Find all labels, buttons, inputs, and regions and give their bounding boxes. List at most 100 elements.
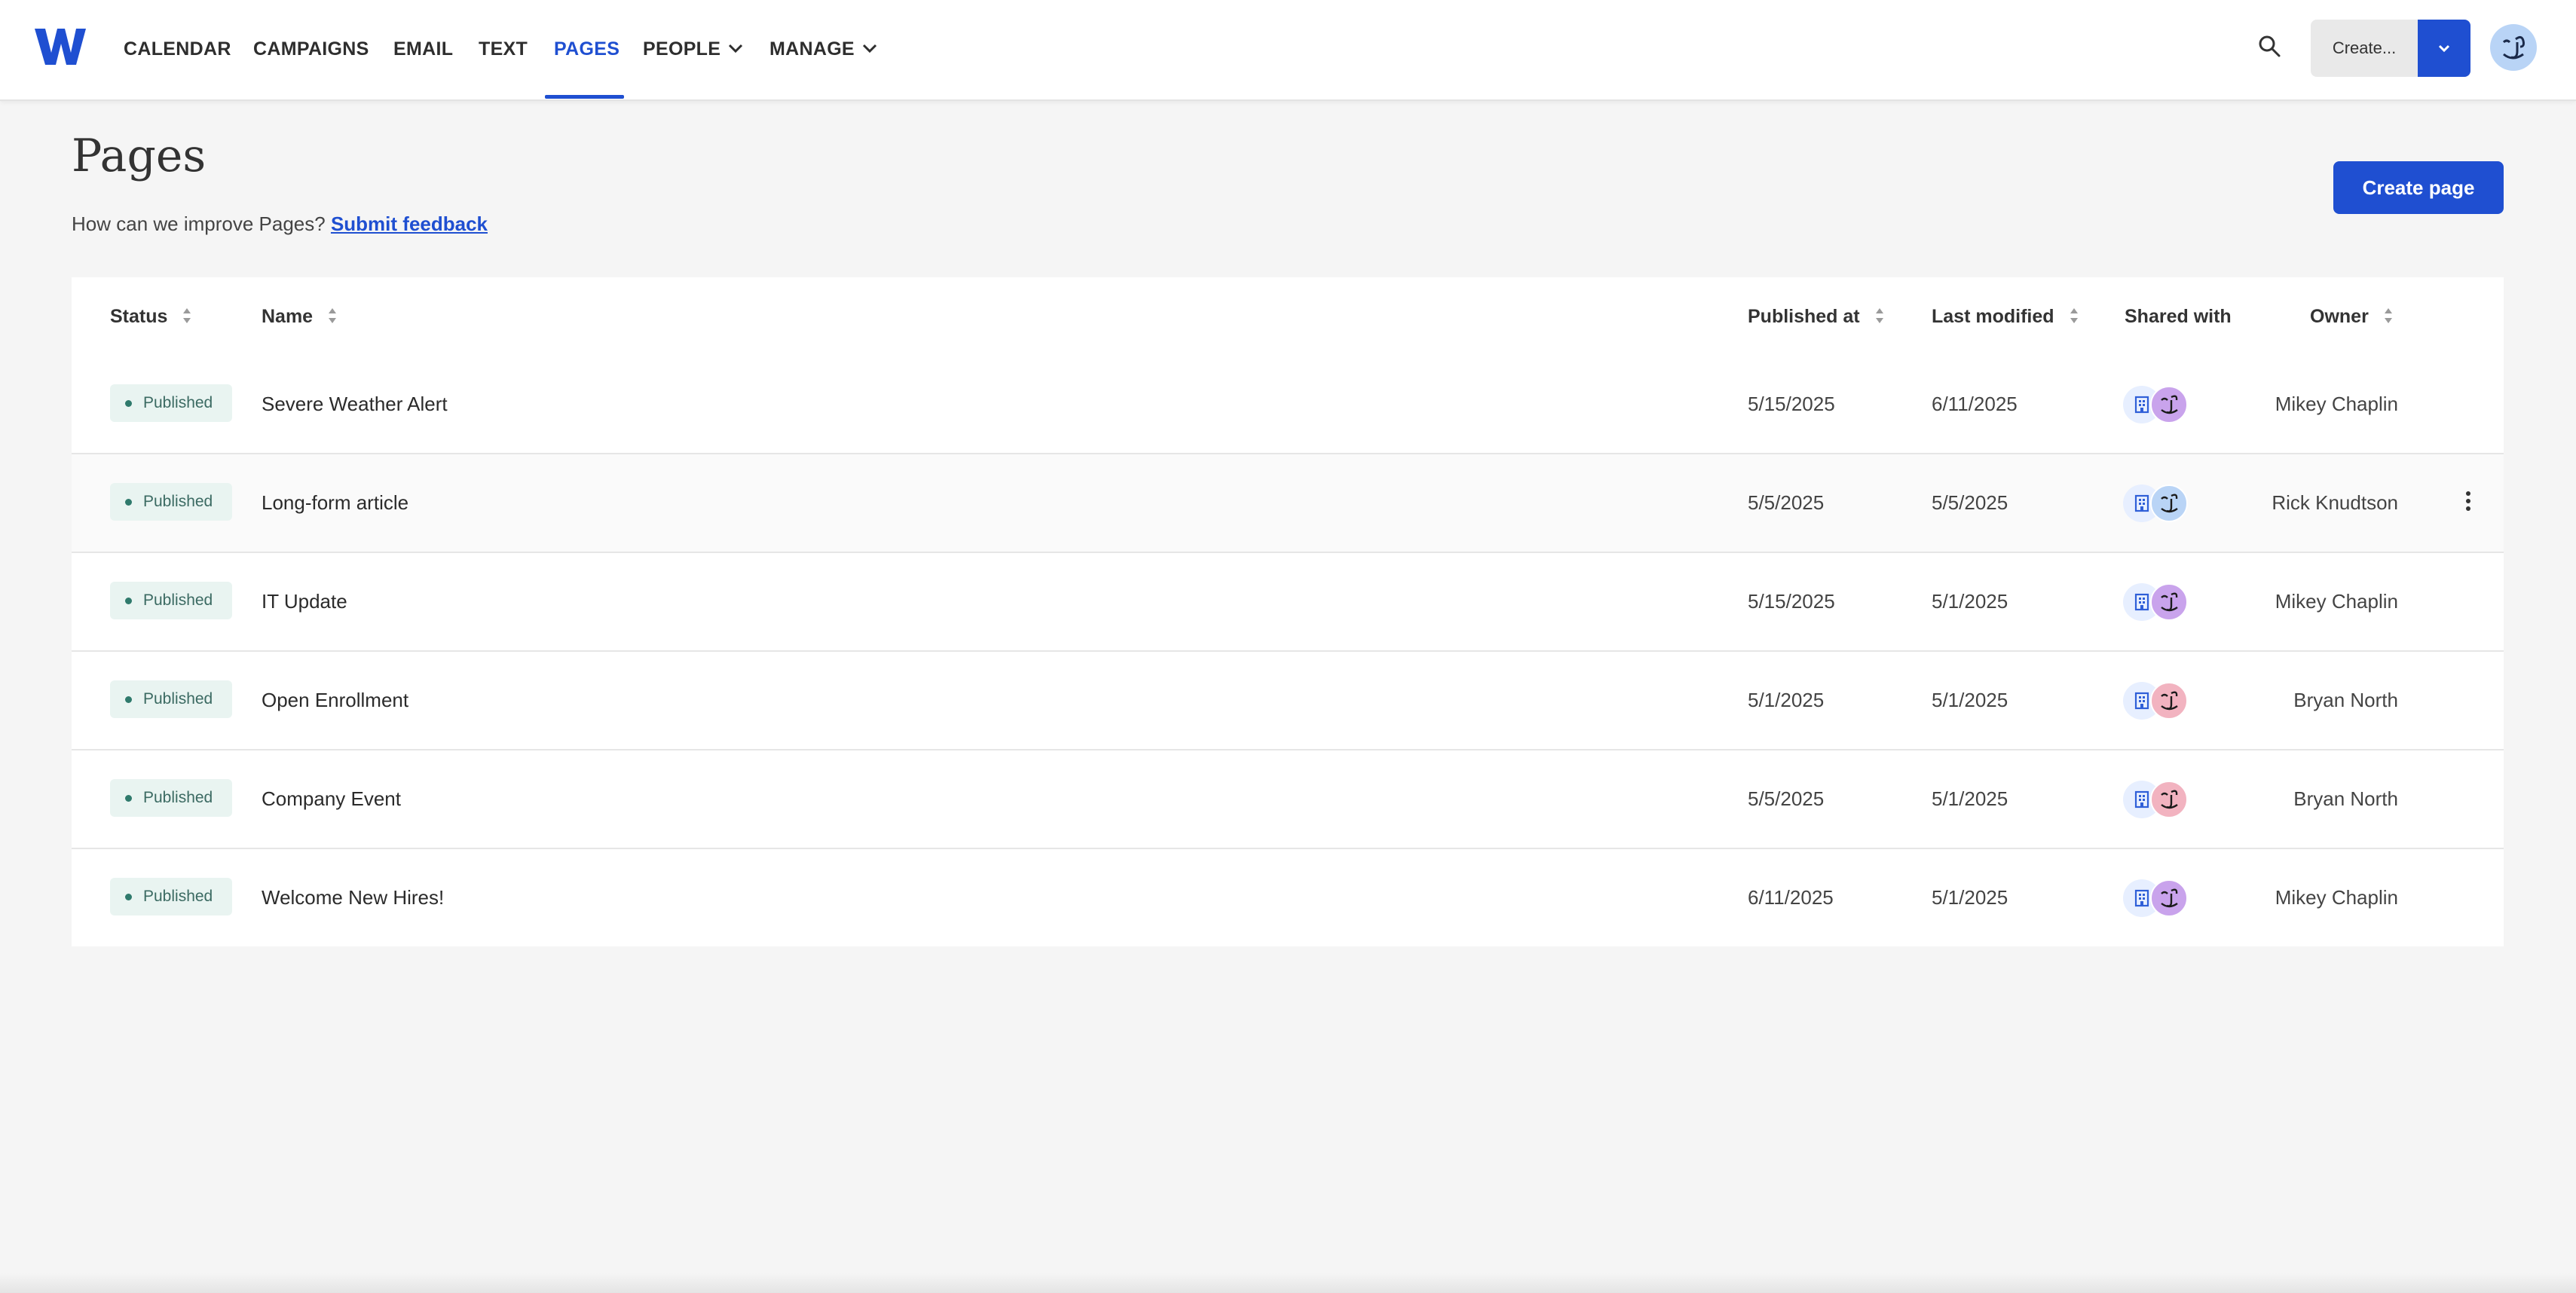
last-modified: 5/5/2025 [1932,491,2008,514]
status-label: Published [143,690,213,708]
page-title: Pages [72,130,207,182]
column-label: Status [110,306,168,327]
last-modified: 5/1/2025 [1932,787,2008,810]
sort-icon [329,308,337,324]
submit-feedback-link[interactable]: Submit feedback [331,212,488,235]
nav-manage[interactable]: MANAGE [769,0,877,99]
row-actions-menu-icon[interactable] [2459,489,2477,516]
w-logo-icon[interactable] [35,27,86,66]
table-row[interactable]: Published Long-form article 5/5/2025 5/5… [72,454,2504,553]
table-row[interactable]: Published Open Enrollment 5/1/2025 5/1/2… [72,652,2504,750]
column-label: Published at [1748,306,1860,327]
last-modified: 5/1/2025 [1932,886,2008,909]
owner-avatar [2150,484,2188,522]
owner-avatar [2150,682,2188,720]
owner-avatar [2150,879,2188,917]
top-navigation: CALENDAR CAMPAIGNS EMAIL TEXT PAGES PEOP… [0,0,2576,101]
column-label: Name [262,306,314,327]
published-at: 5/1/2025 [1748,689,1825,711]
status-badge: Published [110,680,232,718]
owner-name: Bryan North [2293,787,2398,810]
status-label: Published [143,493,213,510]
nav-campaigns[interactable]: CAMPAIGNS [253,0,369,99]
nav-text[interactable]: TEXT [479,0,528,99]
last-modified: 5/1/2025 [1932,590,2008,613]
column-label: Last modified [1932,306,2054,327]
status-dot-icon [125,894,132,900]
page-name[interactable]: Company Event [262,750,401,848]
nav-people[interactable]: PEOPLE [643,0,743,99]
published-at: 5/15/2025 [1748,393,1835,415]
owner-name: Rick Knudtson [2272,491,2398,514]
status-badge: Published [110,384,232,422]
column-header-published-at[interactable]: Published at [1748,277,1884,356]
column-label: Owner [2310,306,2369,327]
pages-table: Status Name Published at Last modified S… [72,277,2504,946]
table-row[interactable]: Published Severe Weather Alert 5/15/2025… [72,356,2504,454]
column-header-shared-with: Shared with [2125,306,2232,327]
owner-avatar [2150,386,2188,423]
create-page-button[interactable]: Create page [2333,161,2504,214]
status-badge: Published [110,483,232,521]
status-dot-icon [125,400,132,407]
create-button[interactable]: Create... [2311,20,2418,77]
last-modified: 6/11/2025 [1932,393,2018,415]
published-at: 5/5/2025 [1748,491,1825,514]
page-name[interactable]: IT Update [262,553,347,650]
sort-icon [2384,308,2392,324]
status-label: Published [143,591,213,609]
sort-icon [2070,308,2078,324]
create-dropdown-button[interactable] [2418,20,2470,77]
status-badge: Published [110,878,232,915]
last-modified: 5/1/2025 [1932,689,2008,711]
table-row[interactable]: Published IT Update 5/15/2025 5/1/2025 M… [72,553,2504,652]
column-header-name[interactable]: Name [262,277,337,356]
column-header-last-modified[interactable]: Last modified [1932,277,2079,356]
owner-name: Bryan North [2293,689,2398,711]
chevron-down-icon [729,44,743,53]
footer-shadow [0,1273,2576,1293]
search-icon[interactable] [2256,33,2282,59]
published-at: 6/11/2025 [1748,886,1834,909]
nav-people-label: PEOPLE [643,38,721,60]
shared-with[interactable] [2123,583,2198,621]
sort-icon [1875,308,1883,324]
table-row[interactable]: Published Welcome New Hires! 6/11/2025 5… [72,849,2504,946]
shared-with[interactable] [2123,386,2198,423]
page-name[interactable]: Welcome New Hires! [262,849,444,946]
nav-calendar[interactable]: CALENDAR [124,0,231,99]
page-name[interactable]: Severe Weather Alert [262,356,448,453]
sort-icon [183,308,191,324]
status-dot-icon [125,795,132,802]
status-dot-icon [125,499,132,506]
column-header-status[interactable]: Status [110,277,191,356]
avatar-face-icon [2502,35,2525,60]
owner-name: Mikey Chaplin [2275,886,2398,909]
owner-avatar [2150,583,2188,621]
shared-with[interactable] [2123,484,2198,522]
published-at: 5/15/2025 [1748,590,1835,613]
status-badge: Published [110,582,232,619]
nav-email[interactable]: EMAIL [393,0,453,99]
status-dot-icon [125,696,132,703]
published-at: 5/5/2025 [1748,787,1825,810]
page-name[interactable]: Open Enrollment [262,652,408,749]
feedback-text: How can we improve Pages? [72,212,326,235]
status-label: Published [143,789,213,806]
status-dot-icon [125,598,132,604]
shared-with[interactable] [2123,682,2198,720]
nav-manage-label: MANAGE [769,38,855,60]
shared-with[interactable] [2123,879,2198,917]
user-avatar[interactable] [2490,24,2537,71]
owner-avatar [2150,781,2188,818]
page-name[interactable]: Long-form article [262,454,408,552]
status-label: Published [143,888,213,905]
owner-name: Mikey Chaplin [2275,393,2398,415]
chevron-down-icon [862,44,877,53]
nav-pages[interactable]: PAGES [554,0,620,99]
table-row[interactable]: Published Company Event 5/5/2025 5/1/202… [72,750,2504,849]
shared-with[interactable] [2123,781,2198,818]
status-label: Published [143,394,213,411]
table-header: Status Name Published at Last modified S… [72,277,2504,357]
column-header-owner[interactable]: Owner [2310,277,2393,356]
